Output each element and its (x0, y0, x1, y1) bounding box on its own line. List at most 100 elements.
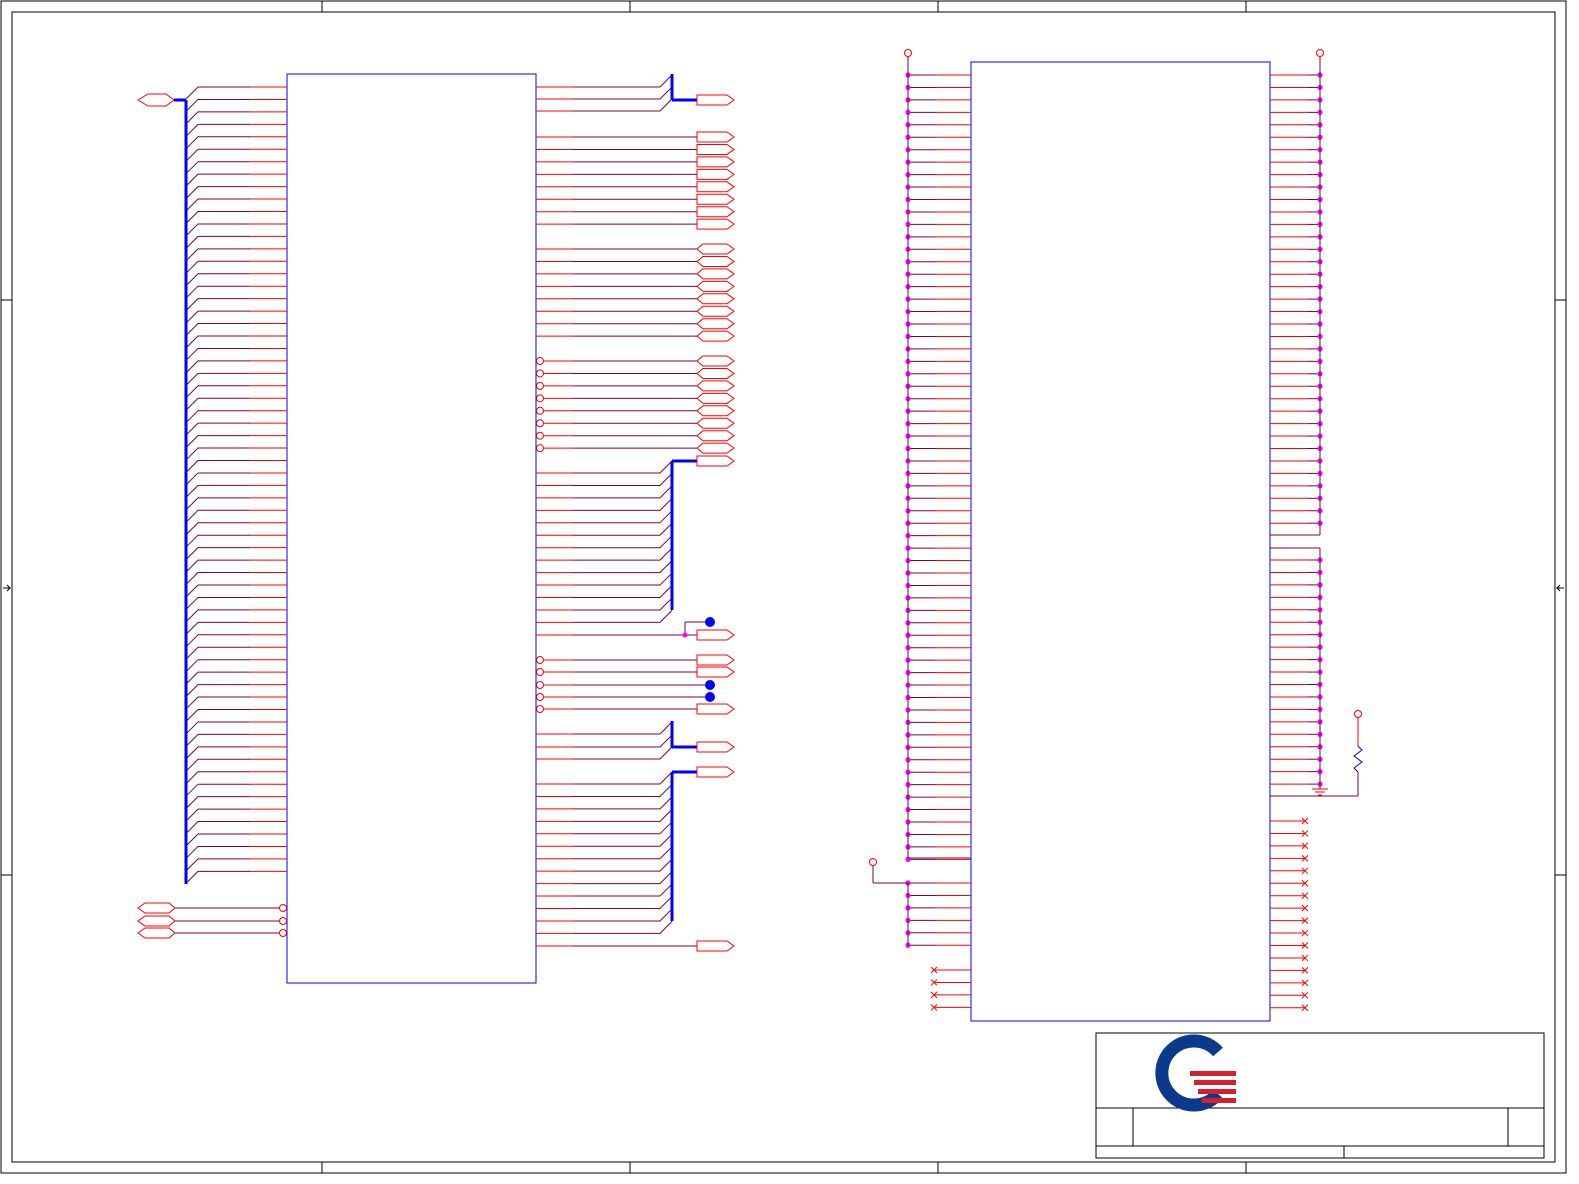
bus-entry (573, 597, 673, 611)
bus-entry (573, 610, 673, 623)
power-port-icon[interactable] (904, 49, 912, 57)
off-page-connector-icon[interactable] (137, 927, 176, 939)
off-page-connector-icon[interactable] (696, 355, 735, 367)
bus-entry (573, 833, 673, 847)
bus-entry (573, 547, 673, 561)
bus-entry (185, 273, 250, 287)
off-page-connector-icon[interactable] (696, 268, 735, 280)
lower-left-ports (137, 902, 287, 939)
off-page-connector-icon[interactable] (696, 330, 735, 342)
off-page-connector-icon[interactable] (696, 94, 735, 106)
bus-entry (185, 86, 250, 100)
bus-entry (185, 223, 250, 237)
schematic-sheet (0, 0, 1567, 1174)
left-address-bus (174, 98, 188, 884)
off-page-connector-icon[interactable] (696, 430, 735, 442)
bus-entry (573, 808, 673, 822)
bus-entry (185, 733, 250, 747)
bus-entry (573, 921, 673, 934)
bus-entry (185, 870, 250, 884)
inverted-pin (536, 419, 544, 428)
power-port-icon[interactable] (869, 858, 877, 866)
bus-entry (573, 522, 673, 536)
off-page-connector-icon[interactable] (696, 392, 735, 404)
bus-entry (185, 833, 250, 847)
bus-entry (185, 634, 250, 648)
off-page-connector-icon[interactable] (696, 156, 735, 168)
bus-entry (185, 646, 250, 660)
bus-entry (185, 559, 250, 573)
junction (682, 632, 688, 638)
off-page-connector-icon[interactable] (696, 766, 735, 778)
bus-entry (185, 285, 250, 299)
bus-entry (185, 360, 250, 374)
bus-entry (573, 896, 673, 909)
inverted-pin (536, 705, 544, 713)
bus-entry (185, 211, 250, 224)
bus-entry (185, 684, 250, 697)
off-page-connector-icon[interactable] (696, 455, 735, 467)
bus-entry (185, 696, 250, 710)
off-page-connector-icon[interactable] (696, 218, 735, 230)
inverted-pin (536, 444, 544, 453)
off-page-connector-icon[interactable] (696, 741, 735, 753)
bus-entry (185, 497, 250, 511)
inverted-pin (279, 917, 287, 925)
off-page-connector-icon[interactable] (696, 367, 735, 379)
off-page-connector-icon[interactable] (696, 442, 735, 454)
bus-entry (185, 111, 250, 125)
bus-entry (185, 460, 250, 473)
u2-body[interactable] (970, 61, 1271, 1022)
off-page-connector-icon[interactable] (137, 902, 176, 914)
off-page-connector-icon[interactable] (696, 629, 735, 641)
off-page-connector-icon[interactable] (696, 131, 735, 143)
u1-body[interactable] (286, 73, 537, 984)
inverted-pin (536, 369, 544, 378)
u1-right-nets (536, 74, 735, 952)
bus-entry (573, 908, 673, 922)
bus-entry (185, 621, 250, 635)
off-page-connector-icon[interactable] (137, 915, 176, 927)
bus-entry (185, 447, 250, 461)
bus-entry (573, 796, 673, 810)
title-block (1095, 1032, 1545, 1159)
off-page-connector-icon[interactable] (696, 940, 735, 952)
bus-entry (185, 385, 250, 399)
off-page-connector-icon[interactable] (696, 193, 735, 205)
off-page-connector-icon[interactable] (696, 255, 735, 267)
off-page-connector-icon[interactable] (696, 405, 735, 417)
bus-entry (185, 310, 250, 324)
off-page-connector-icon[interactable] (696, 206, 735, 218)
off-page-connector-icon[interactable] (696, 380, 735, 392)
bus-entry (185, 721, 250, 735)
bus-entry (185, 248, 250, 262)
off-page-connector-icon[interactable] (696, 243, 735, 255)
bus-entry (185, 522, 250, 536)
off-page-connector-icon[interactable] (696, 181, 735, 193)
inverted-pin (536, 693, 544, 701)
bus-entry (185, 235, 250, 249)
left-bus-port[interactable] (137, 93, 175, 107)
off-page-connector-icon[interactable] (696, 654, 735, 666)
bus-entry (573, 746, 673, 760)
zone-arrow (1555, 584, 1564, 592)
u2-symbol[interactable] (905, 61, 1323, 1022)
off-page-connector-icon[interactable] (696, 168, 735, 180)
power-port-icon[interactable] (1316, 49, 1324, 57)
off-page-connector-icon[interactable] (696, 318, 735, 330)
off-page-connector-icon[interactable] (696, 417, 735, 429)
bus-entry (573, 74, 673, 88)
resistor-icon[interactable] (1270, 710, 1363, 797)
bus-entry (573, 572, 673, 586)
bus-entry (185, 609, 250, 623)
off-page-connector-icon[interactable] (696, 666, 735, 678)
bus-entry (573, 460, 673, 474)
off-page-connector-icon[interactable] (696, 703, 735, 715)
off-page-connector-icon[interactable] (137, 93, 175, 107)
bus-entry (185, 746, 250, 760)
off-page-connector-icon[interactable] (696, 305, 735, 317)
off-page-connector-icon[interactable] (696, 143, 735, 155)
u1-symbol[interactable] (185, 73, 537, 984)
off-page-connector-icon[interactable] (696, 293, 735, 305)
off-page-connector-icon[interactable] (696, 280, 735, 292)
